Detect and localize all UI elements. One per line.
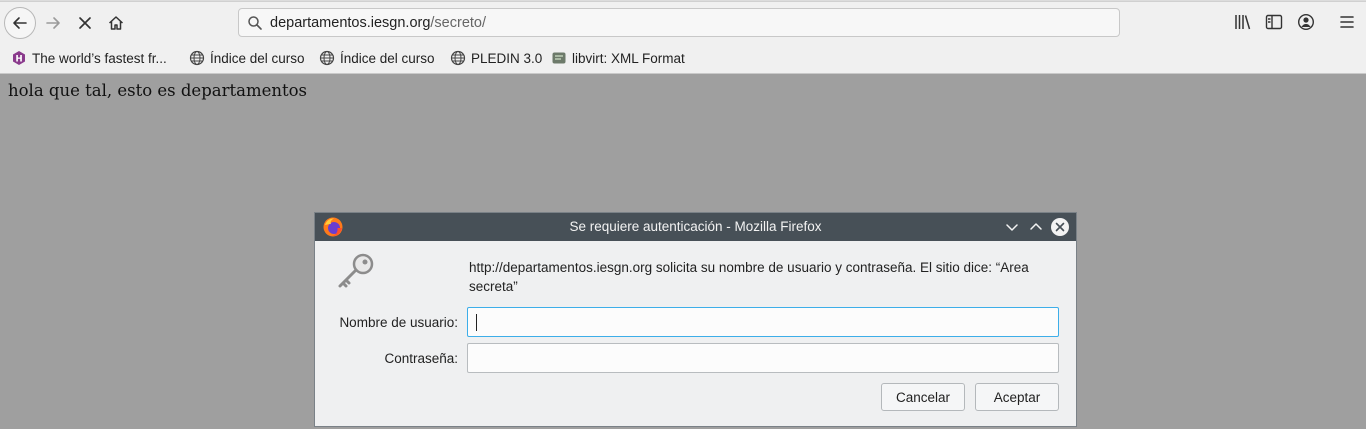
forward-button[interactable] [38, 8, 68, 38]
url-text: departamentos.iesgn.org/secreto/ [270, 15, 486, 31]
password-input[interactable] [467, 343, 1059, 373]
globe-icon [319, 50, 335, 66]
cancel-button[interactable]: Cancelar [881, 383, 965, 411]
dialog-message: http://departamentos.iesgn.org solicita … [469, 260, 1029, 294]
bookmarks-bar: H The world’s fastest fr... Índice del c… [0, 44, 1366, 74]
maximize-icon[interactable] [1027, 218, 1045, 236]
close-icon [79, 17, 91, 29]
arrow-right-icon [46, 17, 60, 29]
username-label: Nombre de usuario: [339, 315, 458, 330]
accept-button[interactable]: Aceptar [975, 383, 1059, 411]
page-body-text: hola que tal, esto es departamentos [8, 81, 308, 100]
text-caret [476, 314, 477, 331]
search-icon [248, 16, 262, 30]
bookmark-item[interactable]: H The world’s fastest fr... [11, 49, 167, 67]
bookmark-item[interactable]: libvirt: XML Format [551, 49, 685, 67]
dialog-title: Se requiere autenticación - Mozilla Fire… [569, 219, 822, 234]
sidebar-icon[interactable] [1265, 13, 1283, 31]
bookmark-label: PLEDIN 3.0 [471, 50, 543, 66]
globe-icon [450, 50, 466, 66]
browser-toolbar: departamentos.iesgn.org/secreto/ [0, 0, 1366, 45]
tab-strip-edge [0, 1, 1366, 2]
home-button[interactable] [101, 8, 131, 38]
auth-dialog: Se requiere autenticación - Mozilla Fire… [314, 212, 1077, 427]
bookmark-item[interactable]: PLEDIN 3.0 [450, 49, 542, 67]
bookmark-label: Índice del curso [210, 50, 305, 66]
bookmark-label: The world’s fastest fr... [32, 50, 167, 66]
hasura-icon: H [13, 51, 25, 65]
bookmark-item[interactable]: Índice del curso [319, 49, 435, 67]
minimize-icon[interactable] [1003, 218, 1021, 236]
library-icon[interactable] [1234, 13, 1252, 31]
bookmark-item[interactable]: Índice del curso [189, 49, 305, 67]
key-icon [338, 253, 374, 288]
username-input[interactable] [467, 307, 1059, 337]
home-icon [108, 16, 124, 30]
libvirt-icon [552, 52, 566, 64]
bookmark-label: Índice del curso [340, 50, 435, 66]
globe-icon [189, 50, 205, 66]
dialog-titlebar: Se requiere autenticación - Mozilla Fire… [315, 213, 1076, 241]
menu-icon[interactable] [1338, 13, 1356, 31]
url-path: /secreto/ [430, 15, 487, 31]
url-host: departamentos.iesgn.org [270, 15, 431, 31]
close-icon[interactable] [1050, 217, 1070, 237]
back-button[interactable] [4, 7, 36, 39]
stop-button[interactable] [70, 8, 100, 38]
arrow-left-icon [13, 17, 27, 29]
password-label: Contraseña: [384, 351, 458, 366]
url-bar[interactable]: departamentos.iesgn.org/secreto/ [238, 8, 1120, 37]
bookmark-label: libvirt: XML Format [572, 50, 685, 66]
account-icon[interactable] [1297, 13, 1315, 31]
svg-text:H: H [15, 55, 22, 65]
